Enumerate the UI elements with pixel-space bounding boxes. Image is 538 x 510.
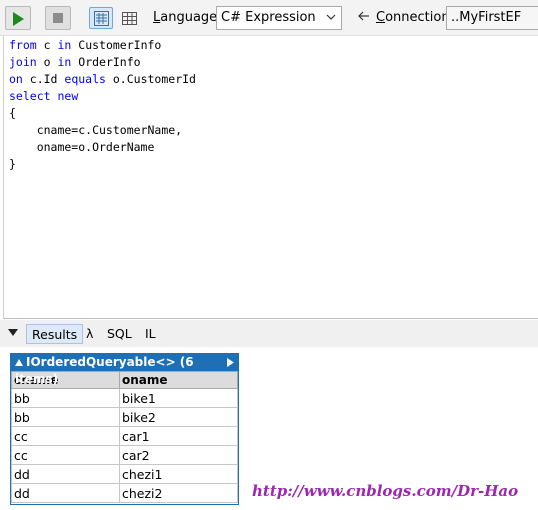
triangle-right-icon[interactable] <box>227 358 234 367</box>
table-row: bb bike1 <box>11 388 238 408</box>
language-label: Language <box>153 10 217 25</box>
cell-oname: bike2 <box>119 407 238 427</box>
grid-results-button[interactable] <box>117 7 141 29</box>
table-row: dd chezi1 <box>11 464 238 484</box>
tab-sql[interactable]: SQL <box>102 324 137 344</box>
grid-results-icon <box>122 12 137 25</box>
query-toolbar: Language C# Expression Connection ..MyFi… <box>0 0 538 36</box>
code-line: on c.Id equals o.CustomerId <box>9 71 538 88</box>
table-row: bb bike2 <box>11 407 238 427</box>
cell-cname: bb <box>11 388 120 408</box>
code-text: c.Id <box>22 72 65 86</box>
code-line: { <box>9 105 538 122</box>
code-keyword: on <box>9 72 23 86</box>
connection-label: Connection <box>376 10 450 25</box>
code-text: c <box>36 38 58 52</box>
code-line: cname=c.CustomerName, <box>9 122 538 139</box>
code-text: CustomerInfo <box>71 38 162 52</box>
connection-label-rest: onnection <box>385 10 450 25</box>
table-row: cc car1 <box>11 426 238 446</box>
connection-dropdown-value: ..MyFirstEF <box>451 10 522 25</box>
cell-oname: chezi2 <box>119 483 238 503</box>
code-text: } <box>9 157 16 171</box>
code-text: o.CustomerId <box>105 72 196 86</box>
code-line: oname=o.OrderName <box>9 139 538 156</box>
tab-il[interactable]: IL <box>140 324 161 344</box>
connection-icon <box>358 11 369 21</box>
code-keyword: in <box>57 55 72 69</box>
connection-dropdown[interactable]: ..MyFirstEF <box>446 6 538 30</box>
result-panel: IOrderedQueryable<> (6 items) cname onam… <box>10 353 239 505</box>
play-icon <box>13 12 24 26</box>
code-text: OrderInfo <box>71 55 141 69</box>
table-row: dd chezi2 <box>11 483 238 503</box>
result-header[interactable]: IOrderedQueryable<> (6 items) <box>11 354 238 386</box>
cell-cname: bb <box>11 407 120 427</box>
rich-text-results-icon <box>94 11 109 26</box>
code-line: select new <box>9 88 538 105</box>
code-text: { <box>9 106 16 120</box>
code-line: from c in CustomerInfo <box>9 37 538 54</box>
cell-oname: car2 <box>119 445 238 465</box>
code-text: oname=o.OrderName <box>9 140 155 154</box>
code-keyword: select <box>9 89 51 103</box>
connection-label-accesskey: C <box>376 10 386 25</box>
stop-icon <box>53 13 63 23</box>
chevron-down-icon <box>326 14 336 20</box>
code-keyword: new <box>57 89 79 103</box>
code-line: join o in OrderInfo <box>9 54 538 71</box>
language-dropdown-value: C# Expression <box>221 10 316 25</box>
watermark-url: http://www.cnblogs.com/Dr-Hao <box>252 482 519 500</box>
language-label-rest: anguage <box>160 10 218 25</box>
tab-results[interactable]: Results <box>26 324 84 344</box>
cell-oname: bike1 <box>119 388 238 408</box>
code-keyword: join <box>9 55 37 69</box>
stop-button[interactable] <box>45 6 71 30</box>
query-editor[interactable]: from c in CustomerInfo join o in OrderInf… <box>3 36 538 319</box>
triangle-up-icon[interactable] <box>15 359 23 366</box>
tab-lambda[interactable]: λ <box>81 324 98 344</box>
code-text: o <box>36 55 58 69</box>
column-header-oname[interactable]: oname <box>119 371 238 389</box>
results-tab-bar: Results λ SQL IL <box>0 320 538 347</box>
code-keyword: in <box>57 38 72 52</box>
table-row: cc car2 <box>11 445 238 465</box>
result-table: cname oname bbbike1bbbike2cccar1cccar2dd… <box>11 371 238 503</box>
triangle-down-icon[interactable] <box>8 329 18 337</box>
code-line: } <box>9 156 538 173</box>
cell-cname: dd <box>11 464 120 484</box>
code-keyword: from <box>9 38 37 52</box>
cell-oname: chezi1 <box>119 464 238 484</box>
cell-oname: car1 <box>119 426 238 446</box>
cell-cname: cc <box>11 426 120 446</box>
code-keyword: equals <box>64 72 106 86</box>
rich-text-results-button[interactable] <box>89 7 113 29</box>
run-button[interactable] <box>5 6 31 30</box>
code-text: cname=c.CustomerName, <box>9 123 183 137</box>
cell-cname: cc <box>11 445 120 465</box>
cell-cname: dd <box>11 483 120 503</box>
language-dropdown[interactable]: C# Expression <box>216 6 342 30</box>
